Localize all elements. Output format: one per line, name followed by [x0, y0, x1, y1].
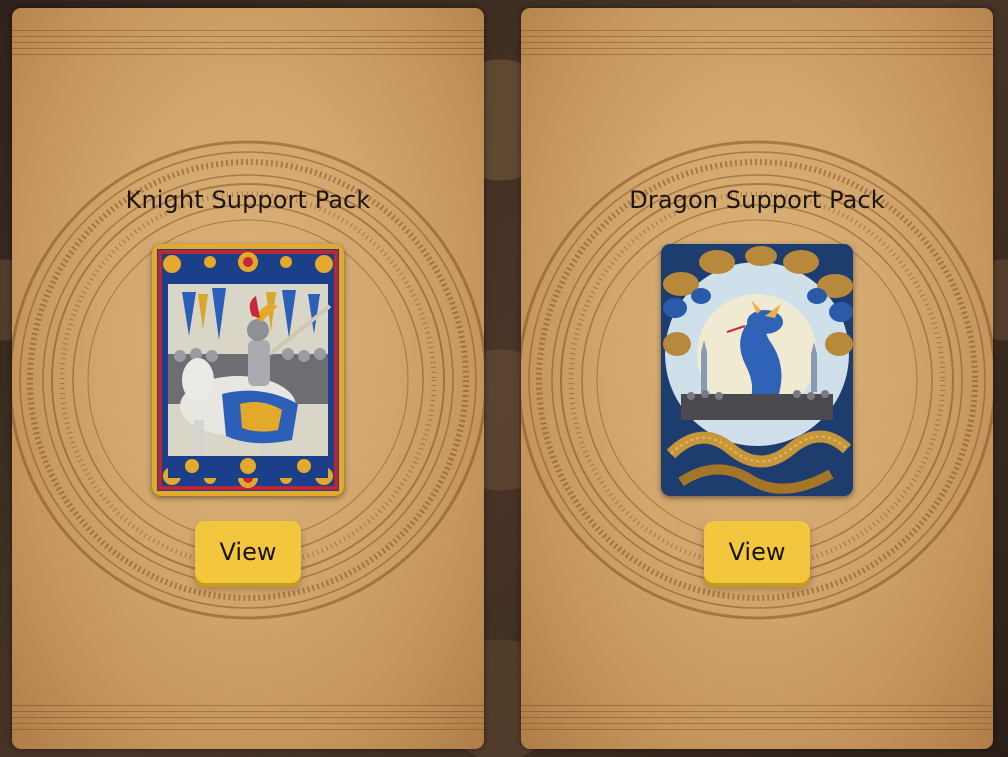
pack-card-dragon: Dragon Support Pack View [521, 8, 993, 749]
knight-art-icon [152, 244, 344, 496]
pack-card-knight: Knight Support Pack View [12, 8, 484, 749]
top-border-lines [12, 30, 484, 56]
dragon-art-icon [661, 244, 853, 496]
view-button[interactable]: View [195, 521, 301, 583]
top-border-lines [521, 30, 993, 56]
pack-title: Dragon Support Pack [629, 186, 885, 214]
bottom-border-lines [521, 705, 993, 731]
view-button[interactable]: View [704, 521, 810, 583]
bottom-border-lines [12, 705, 484, 731]
pack-title: Knight Support Pack [125, 186, 371, 214]
